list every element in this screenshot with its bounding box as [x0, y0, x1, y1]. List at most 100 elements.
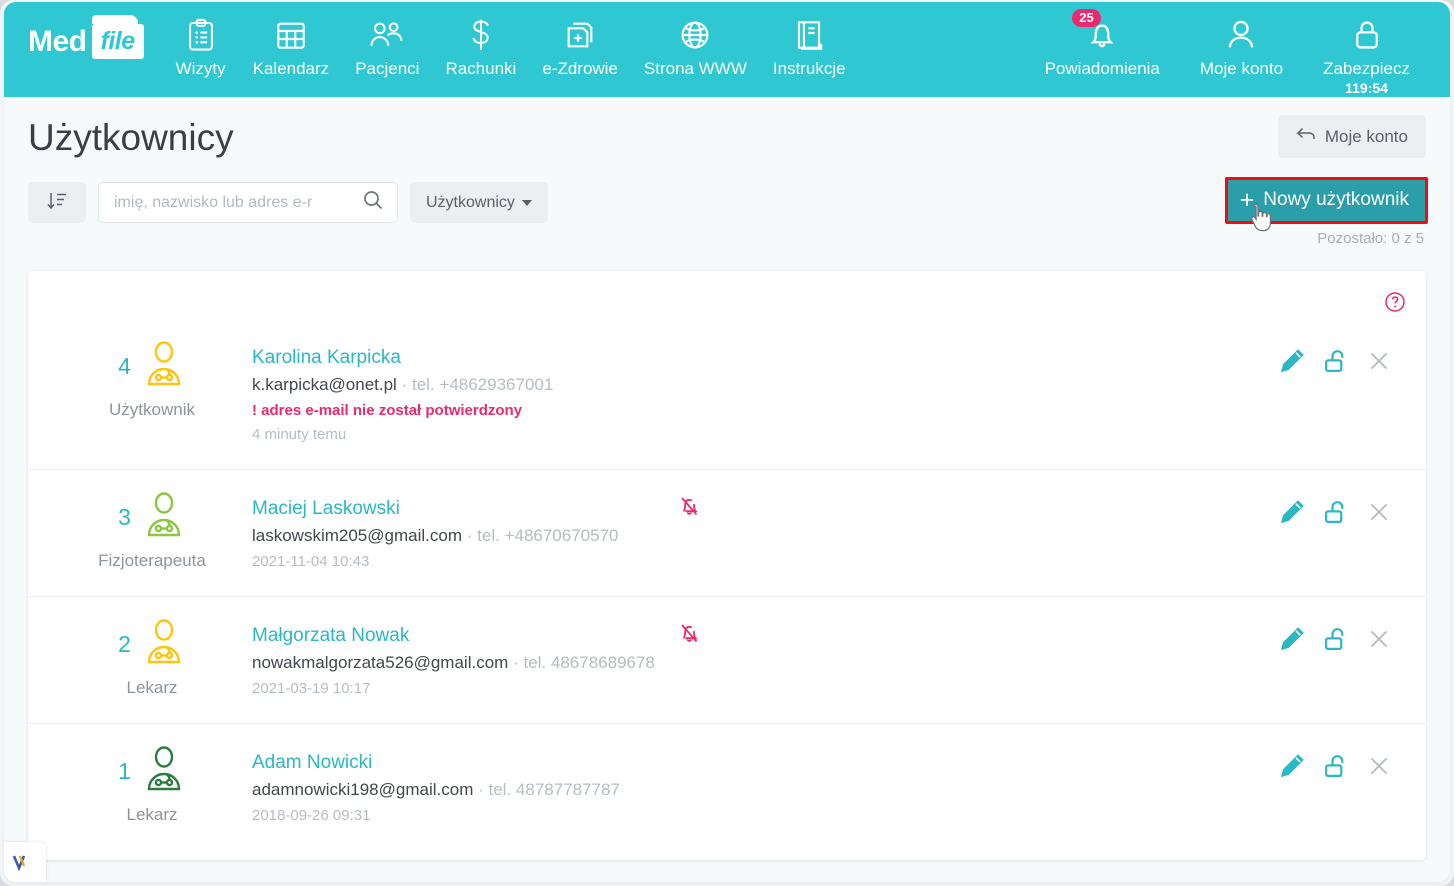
tel-prefix: tel.: [477, 526, 500, 545]
calendar-icon: [275, 13, 307, 57]
my-account-button-label: Moje konto: [1324, 126, 1408, 146]
user-timestamp: 4 minuty temu: [252, 426, 347, 443]
edit-icon[interactable]: [1278, 752, 1306, 780]
user-icon: [1225, 13, 1257, 57]
user-contact-line: adamnowicki198@gmail.com · tel. 48787787…: [252, 776, 1278, 804]
back-arrow-icon: [1296, 126, 1316, 147]
delete-icon[interactable]: [1366, 348, 1392, 374]
nav-item-wizyty[interactable]: Wizyty: [162, 13, 240, 79]
delete-icon[interactable]: [1366, 753, 1392, 779]
table-row[interactable]: 4 Użytkownik Karolina Karpicka k.karpick…: [28, 319, 1426, 469]
separator-dot: ·: [401, 375, 408, 394]
sort-button[interactable]: [28, 182, 86, 223]
filter-dropdown-button[interactable]: Użytkownicy: [410, 182, 548, 223]
table-row[interactable]: 2 Lekarz Małgorzata Nowak nowakmalgorzat…: [28, 596, 1426, 723]
row-actions: [1278, 341, 1406, 375]
user-number: 3: [118, 504, 131, 530]
user-phone: +48629367001: [439, 375, 554, 394]
main-nav-items: Wizyty Kalendarz Pacjenci Rachunki e-Zdr…: [162, 13, 859, 79]
unlock-icon[interactable]: [1322, 625, 1350, 653]
unlock-icon[interactable]: [1322, 498, 1350, 526]
edit-icon[interactable]: [1278, 625, 1306, 653]
question-mark-icon[interactable]: [1384, 291, 1406, 318]
plus-icon: +: [1239, 186, 1255, 214]
user-email: adamnowicki198@gmail.com: [252, 780, 474, 799]
dollar-icon: [468, 13, 494, 57]
user-name-link[interactable]: Małgorzata Nowak: [252, 623, 1278, 649]
globe-icon: [679, 13, 711, 57]
nav-item-rachunki[interactable]: Rachunki: [432, 13, 529, 79]
user-role-column: 1 Lekarz: [52, 746, 252, 825]
search-icon[interactable]: [362, 189, 384, 216]
user-name-link[interactable]: Maciej Laskowski: [252, 496, 1278, 522]
nav-label: e-Zdrowie: [542, 59, 618, 78]
search-box[interactable]: [98, 182, 398, 223]
logo-text-file: file: [100, 27, 136, 55]
user-role-badge: 3: [118, 492, 186, 543]
filter-dropdown-label: Użytkownicy: [426, 193, 515, 211]
user-role-label: Użytkownik: [109, 400, 195, 419]
delete-icon[interactable]: [1366, 626, 1392, 652]
user-timestamp: 2021-11-04 10:43: [252, 553, 370, 570]
medfile-logo[interactable]: Med file: [28, 15, 144, 59]
nav-item-powiadomienia[interactable]: 25 Powiadomienia: [1025, 9, 1180, 79]
new-user-button[interactable]: + Nowy użytkownik: [1224, 177, 1428, 224]
bell-off-icon[interactable]: [677, 494, 701, 523]
nav-item-pacjenci[interactable]: Pacjenci: [342, 13, 432, 79]
separator-dot: ·: [513, 653, 519, 672]
app-window: Med file Wizyty Kalendarz Pacjenci Rachu…: [4, 2, 1450, 882]
lock-icon: [1351, 13, 1383, 57]
row-actions: [1278, 492, 1406, 526]
user-timestamp: 2021-03-19 10:17: [252, 680, 371, 697]
corner-widget[interactable]: [4, 842, 46, 882]
bell-off-icon[interactable]: [677, 621, 701, 650]
new-user-area: + Nowy użytkownik Pozostało: 0 z 5: [1224, 177, 1428, 247]
table-row[interactable]: 3 Fizjoterapeuta Maciej Laskowski laskow…: [28, 469, 1426, 596]
user-name-link[interactable]: Adam Nowicki: [252, 750, 1278, 776]
table-row[interactable]: 1 Lekarz Adam Nowicki adamnowicki198@gma…: [28, 723, 1426, 850]
new-user-button-label: Nowy użytkownik: [1263, 189, 1409, 210]
session-timer: 119:54: [1345, 80, 1388, 96]
row-actions: [1278, 619, 1406, 653]
user-info-column: Adam Nowicki adamnowicki198@gmail.com · …: [252, 746, 1278, 828]
nav-label: Moje konto: [1199, 59, 1284, 78]
user-avatar-icon: [142, 341, 186, 392]
user-contact-line: nowakmalgorzata526@gmail.com · tel. 4867…: [252, 649, 1278, 677]
user-name-link[interactable]: Karolina Karpicka: [252, 345, 1278, 371]
edit-icon[interactable]: [1278, 347, 1306, 375]
user-email: k.karpicka@onet.pl: [252, 375, 397, 394]
user-role-column: 3 Fizjoterapeuta: [52, 492, 252, 571]
user-role-badge: 2: [118, 619, 186, 670]
user-info-column: Małgorzata Nowak nowakmalgorzata526@gmai…: [252, 619, 1278, 701]
user-phone: +48670670570: [504, 526, 619, 545]
nav-label: Rachunki: [445, 59, 517, 78]
app-screenshot: Med file Wizyty Kalendarz Pacjenci Rachu…: [0, 0, 1454, 886]
user-email: laskowskim205@gmail.com: [252, 526, 462, 545]
unlock-icon[interactable]: [1322, 347, 1350, 375]
nav-item-kalendarz[interactable]: Kalendarz: [240, 13, 343, 79]
nav-label: Wizyty: [175, 59, 226, 78]
nav-item-moje-konto[interactable]: Moje konto: [1180, 13, 1303, 79]
separator-dot: ·: [466, 526, 473, 545]
logo-text-med: Med: [28, 24, 87, 58]
user-phone: 48787787787: [515, 780, 620, 799]
my-account-button[interactable]: Moje konto: [1277, 115, 1426, 158]
notification-badge: 25: [1072, 9, 1101, 27]
user-avatar-icon: [142, 619, 186, 670]
nav-item-instrukcje[interactable]: Instrukcje: [760, 13, 859, 79]
nav-item-strona-www[interactable]: Strona WWW: [631, 13, 760, 79]
nav-item-ezdrowie[interactable]: e-Zdrowie: [529, 13, 631, 79]
user-avatar-icon: [142, 492, 186, 543]
nav-item-zabezpiecz[interactable]: Zabezpiecz 119:54: [1303, 13, 1430, 96]
bell-icon: 25: [1072, 9, 1118, 57]
patients-icon: [369, 13, 405, 57]
user-contact-line: laskowskim205@gmail.com · tel. +48670670…: [252, 522, 1278, 550]
search-input[interactable]: [112, 192, 362, 213]
edit-icon[interactable]: [1278, 498, 1306, 526]
separator-dot: ·: [478, 780, 484, 799]
delete-icon[interactable]: [1366, 499, 1392, 525]
unlock-icon[interactable]: [1322, 752, 1350, 780]
tel-prefix: tel.: [523, 653, 547, 672]
tel-prefix: tel.: [488, 780, 512, 799]
user-role-label: Lekarz: [126, 805, 178, 824]
